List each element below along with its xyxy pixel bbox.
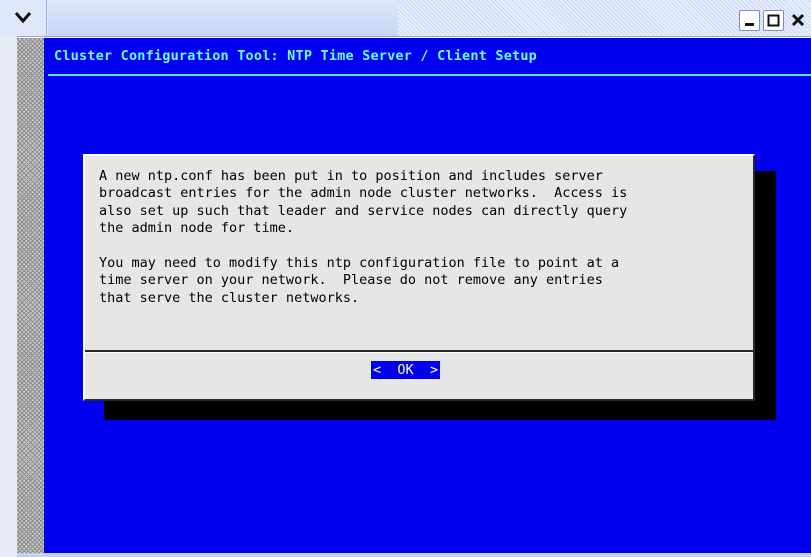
terminal-scrollbar[interactable] (17, 38, 44, 557)
maximize-button[interactable] (763, 10, 784, 31)
window-titlebar[interactable] (0, 0, 811, 37)
minimize-button[interactable] (739, 10, 760, 31)
window-menu-button[interactable] (0, 0, 47, 36)
page-title: Cluster Configuration Tool: NTP Time Ser… (54, 48, 538, 64)
ok-button[interactable]: < OK > (371, 361, 441, 379)
minimize-icon (745, 23, 754, 26)
close-icon (791, 13, 805, 27)
window-left-frame (0, 36, 18, 557)
maximize-icon (767, 14, 780, 27)
close-button[interactable] (788, 10, 807, 29)
message-dialog: A new ntp.conf has been put in to positi… (83, 154, 755, 401)
titlebar-fill (48, 0, 398, 36)
ok-button-label-rest: K (405, 362, 414, 378)
ok-button-close: > (429, 362, 439, 378)
ok-button-hotkey: O (397, 362, 406, 378)
dialog-message: A new ntp.conf has been put in to positi… (99, 168, 628, 306)
window-bottom-frame (17, 553, 811, 557)
title-divider (48, 74, 811, 76)
ok-button-open: < (373, 362, 382, 378)
chevron-down-icon (14, 12, 32, 24)
dialog-divider (85, 350, 753, 353)
terminal-screen[interactable]: Cluster Configuration Tool: NTP Time Ser… (44, 38, 811, 553)
